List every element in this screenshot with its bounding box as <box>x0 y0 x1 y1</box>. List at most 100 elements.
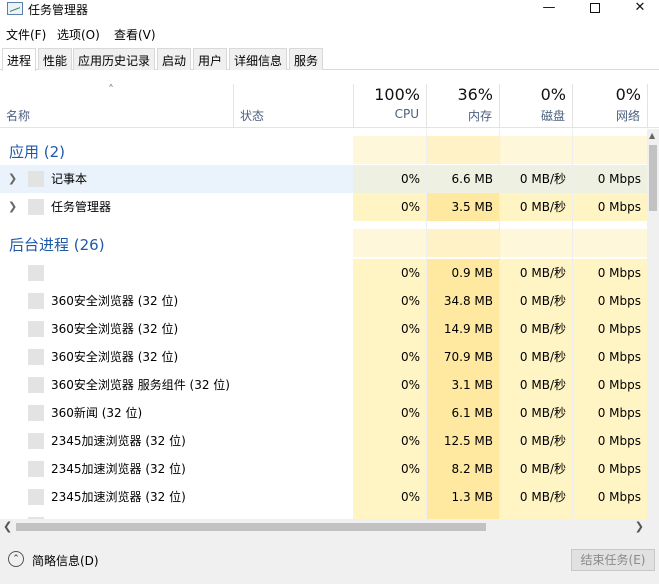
process-name: 360安全浏览器 (32 位) <box>51 322 179 336</box>
process-row[interactable]: 2345加速浏览器 (32 位) 0% 1.3 MB 0 MB/秒 0 Mbps <box>0 483 647 511</box>
notepad-icon <box>28 171 44 187</box>
column-header: ˄ 名称 状态 100% CPU 36% 内存 0% 磁盘 0% 网络 <box>0 83 659 128</box>
tab-details[interactable]: 详细信息 <box>229 48 288 70</box>
menu-view[interactable]: 查看(V) <box>114 26 156 43</box>
disk-value: 0 MB/秒 <box>499 315 572 343</box>
process-row[interactable]: 360新闻 (32 位) 0% 6.1 MB 0 MB/秒 0 Mbps <box>0 399 647 427</box>
expand-chevron-icon[interactable]: ❯ <box>8 165 17 193</box>
close-button[interactable]: ✕ <box>617 0 659 18</box>
memory-value: 3.5 MB <box>426 193 499 221</box>
disk-value: 0 MB/秒 <box>499 371 572 399</box>
network-value: 0 Mbps <box>572 455 647 483</box>
process-row[interactable]: 360安全浏览器 (32 位) 0% 14.9 MB 0 MB/秒 0 Mbps <box>0 315 647 343</box>
process-name: 2345加速浏览器 (32 位) <box>51 462 186 476</box>
column-divider <box>499 129 500 519</box>
process-row[interactable]: ❯ 记事本 0% 6.6 MB 0 MB/秒 0 Mbps <box>0 165 647 193</box>
process-row[interactable]: ❯ 任务管理器 0% 3.5 MB 0 MB/秒 0 Mbps <box>0 193 647 221</box>
memory-cell <box>426 511 499 519</box>
group-label: 后台进程 (26) <box>9 236 105 254</box>
column-name[interactable]: ˄ 名称 <box>0 83 233 128</box>
tab-processes[interactable]: 进程 <box>2 48 37 71</box>
group-net-cell <box>572 136 647 164</box>
task-manager-process-icon <box>28 199 44 215</box>
group-net-cell <box>572 229 647 257</box>
process-icon <box>28 461 44 477</box>
memory-value: 1.3 MB <box>426 483 499 511</box>
column-divider <box>426 129 427 519</box>
network-total: 0% <box>615 85 641 104</box>
process-row[interactable]: 2345加速浏览器 (32 位) 0% 12.5 MB 0 MB/秒 0 Mbp… <box>0 427 647 455</box>
cpu-value: 0% <box>353 287 426 315</box>
cpu-value: 0% <box>353 371 426 399</box>
process-icon <box>28 489 44 505</box>
group-label: 应用 (2) <box>9 143 66 161</box>
fewer-details-link[interactable]: 简略信息(D) <box>32 552 99 569</box>
cpu-label: CPU <box>394 107 419 121</box>
menu-bar: 文件(F) 选项(O) 查看(V) <box>0 23 659 43</box>
process-row[interactable]: 360安全浏览器 (32 位) 0% 70.9 MB 0 MB/秒 0 Mbps <box>0 343 647 371</box>
process-list: 应用 (2) ❯ 记事本 0% 6.6 MB 0 MB/秒 0 Mbps ❯ 任… <box>0 129 647 519</box>
column-name-label: 名称 <box>6 109 31 123</box>
network-value: 0 Mbps <box>572 371 647 399</box>
memory-value: 8.2 MB <box>426 455 499 483</box>
cpu-value: 0% <box>353 165 426 193</box>
tab-users[interactable]: 用户 <box>193 48 228 70</box>
process-row[interactable]: 360安全浏览器 服务组件 (32 位) 0% 3.1 MB 0 MB/秒 0 … <box>0 371 647 399</box>
menu-options[interactable]: 选项(O) <box>57 26 100 43</box>
disk-value: 0 MB/秒 <box>499 193 572 221</box>
minimize-button[interactable]: — <box>526 0 572 18</box>
group-disk-cell <box>499 229 572 257</box>
expand-chevron-icon[interactable]: ❯ <box>8 193 17 221</box>
process-icon <box>28 377 44 393</box>
scroll-left-icon[interactable]: ❮ <box>3 520 12 533</box>
chevron-up-circle-icon[interactable]: ⌃ <box>8 551 24 567</box>
tab-app-history[interactable]: 应用历史记录 <box>73 48 156 70</box>
column-disk[interactable]: 0% 磁盘 <box>499 84 572 128</box>
column-divider <box>572 129 573 519</box>
column-memory[interactable]: 36% 内存 <box>426 84 499 128</box>
network-value: 0 Mbps <box>572 399 647 427</box>
vertical-scroll-thumb[interactable] <box>649 145 657 211</box>
network-value: 0 Mbps <box>572 259 647 287</box>
memory-value: 0.9 MB <box>426 259 499 287</box>
column-status[interactable]: 状态 <box>233 84 353 128</box>
disk-value: 0 MB/秒 <box>499 427 572 455</box>
maximize-button[interactable] <box>572 0 618 18</box>
sort-up-icon: ˄ <box>108 83 114 97</box>
cpu-value: 0% <box>353 455 426 483</box>
horizontal-scrollbar[interactable]: ❮ ❯ <box>0 519 647 535</box>
process-icon <box>28 321 44 337</box>
window-title: 任务管理器 <box>28 3 89 17</box>
process-row-partial[interactable] <box>0 511 647 519</box>
process-row[interactable]: 360安全浏览器 (32 位) 0% 34.8 MB 0 MB/秒 0 Mbps <box>0 287 647 315</box>
cpu-cell <box>353 511 426 519</box>
tab-services[interactable]: 服务 <box>289 48 324 70</box>
cpu-value: 0% <box>353 427 426 455</box>
menu-file[interactable]: 文件(F) <box>6 26 46 43</box>
cpu-value: 0% <box>353 259 426 287</box>
process-name: 360安全浏览器 (32 位) <box>51 350 179 364</box>
scroll-up-icon[interactable]: ▲ <box>649 131 655 140</box>
group-disk-cell <box>499 136 572 164</box>
vertical-scrollbar[interactable]: ▲ <box>647 129 659 519</box>
memory-label: 内存 <box>467 109 492 123</box>
title-bar: 任务管理器 — ✕ <box>0 0 659 18</box>
memory-value: 3.1 MB <box>426 371 499 399</box>
cpu-value: 0% <box>353 343 426 371</box>
network-value: 0 Mbps <box>572 427 647 455</box>
column-cpu[interactable]: 100% CPU <box>353 84 426 128</box>
memory-value: 70.9 MB <box>426 343 499 371</box>
tab-performance[interactable]: 性能 <box>38 48 73 70</box>
tab-startup[interactable]: 启动 <box>157 48 192 70</box>
network-label: 网络 <box>615 109 640 123</box>
scrollbar-corner <box>647 519 659 535</box>
process-row[interactable]: 0% 0.9 MB 0 MB/秒 0 Mbps <box>0 259 647 287</box>
scroll-right-icon[interactable]: ❯ <box>635 520 644 533</box>
network-value: 0 Mbps <box>572 343 647 371</box>
memory-value: 6.6 MB <box>426 165 499 193</box>
column-network[interactable]: 0% 网络 <box>572 84 647 128</box>
process-name: 360新闻 (32 位) <box>51 406 143 420</box>
horizontal-scroll-thumb[interactable] <box>16 523 486 531</box>
process-row[interactable]: 2345加速浏览器 (32 位) 0% 8.2 MB 0 MB/秒 0 Mbps <box>0 455 647 483</box>
end-task-button[interactable]: 结束任务(E) <box>571 549 655 571</box>
